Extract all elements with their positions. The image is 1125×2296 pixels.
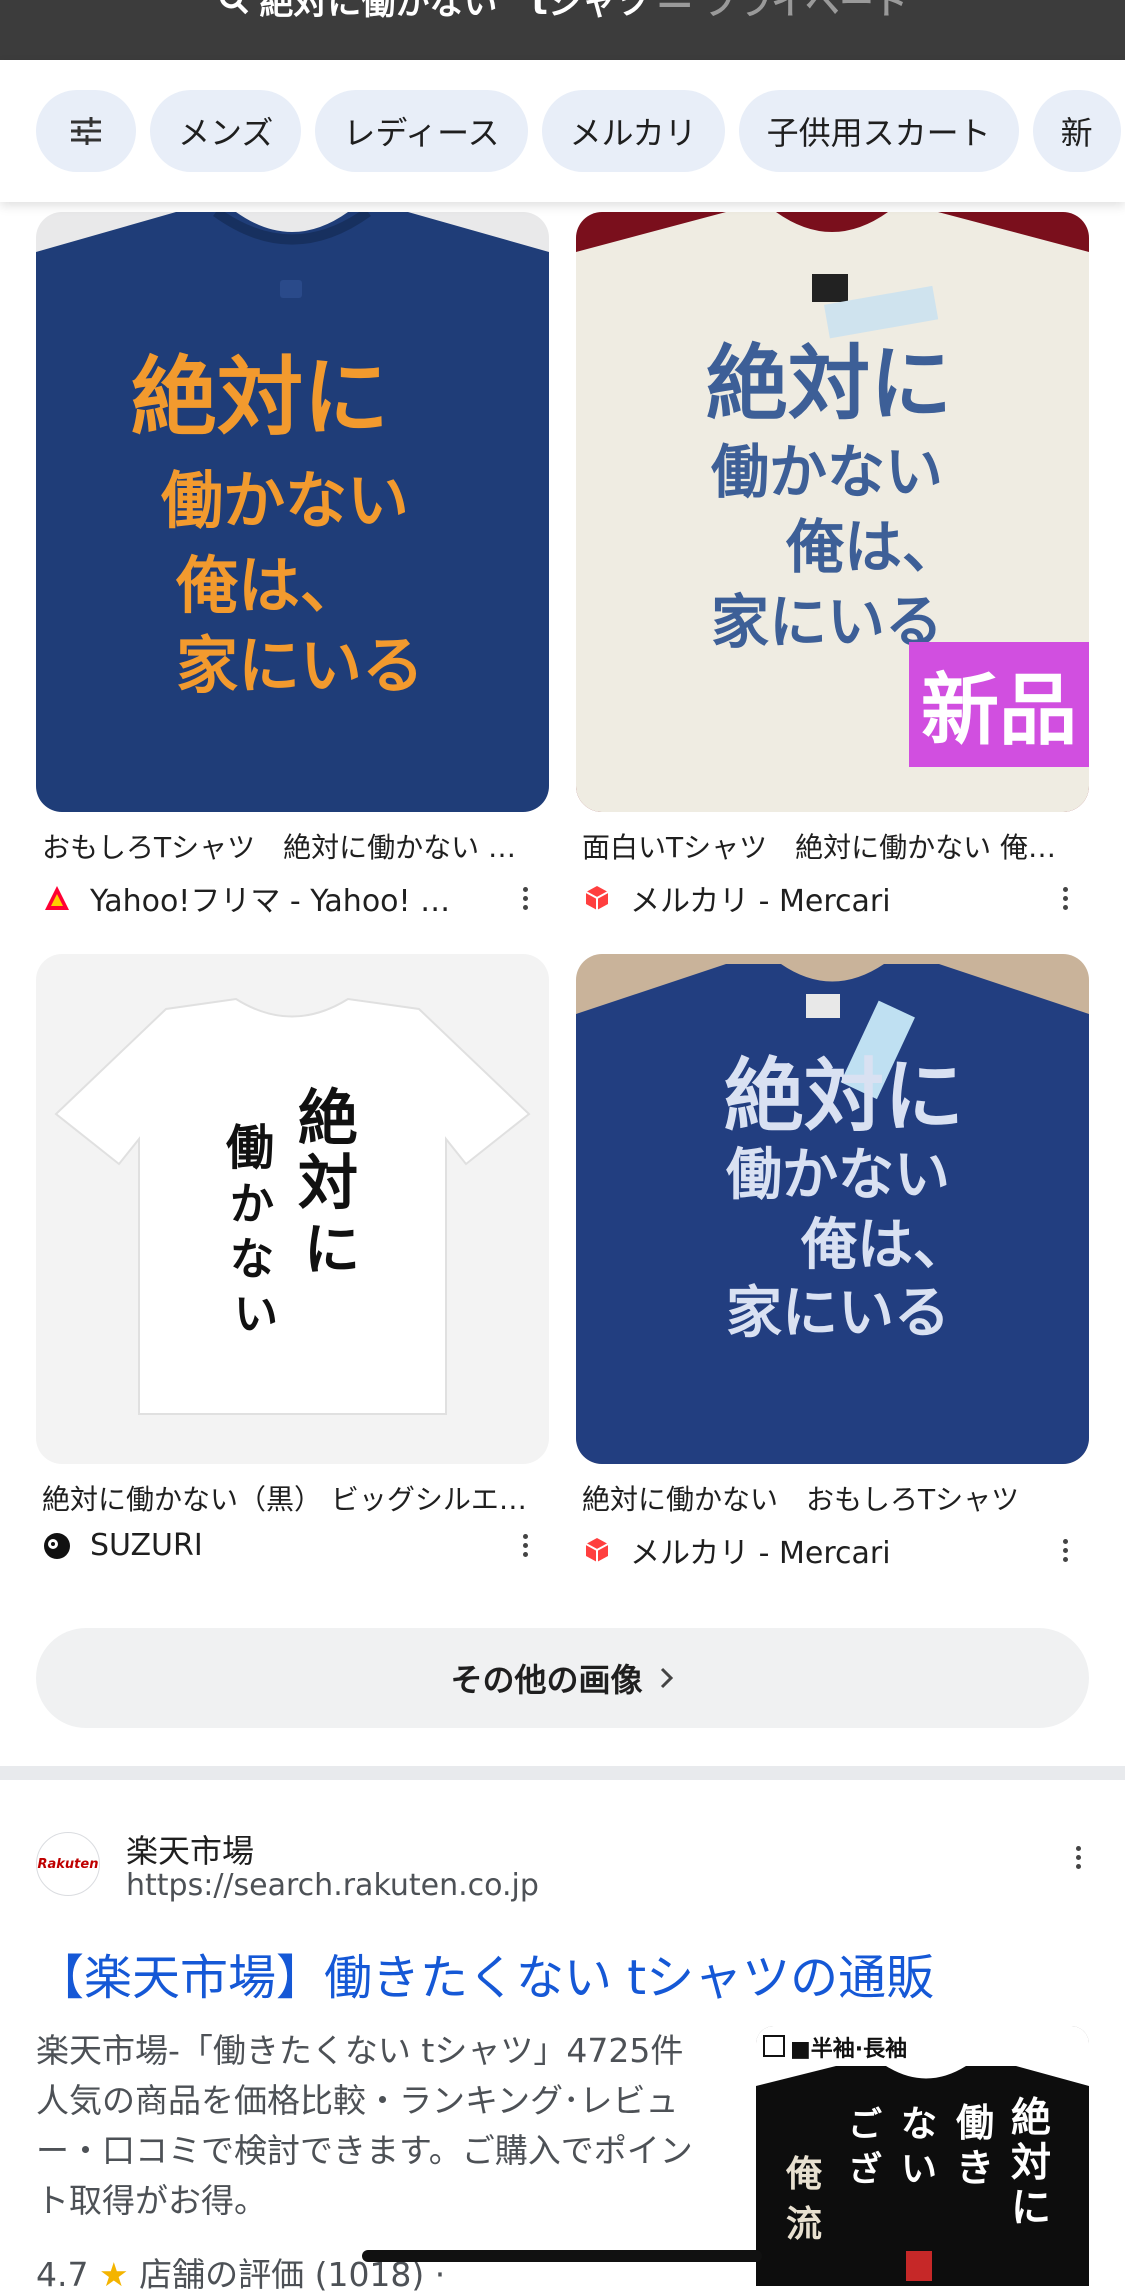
svg-text:な: な — [230, 1234, 274, 1285]
svg-text:い: い — [234, 1289, 278, 1340]
image-result-card[interactable]: 絶 対 に 働 か な い 絶対に働かない（黒） ビッグシルエット SUZURI — [36, 954, 549, 1563]
mercari-icon — [585, 886, 609, 910]
svg-text:働かない: 働かない — [711, 438, 943, 506]
star-icon: ★ — [98, 2255, 129, 2294]
svg-text:俺は、: 俺は、 — [785, 513, 960, 581]
svg-text:き: き — [956, 2146, 994, 2190]
chevron-right-icon — [660, 1667, 673, 1689]
more-options-icon[interactable] — [1055, 1538, 1075, 1562]
svg-text:い: い — [901, 2149, 937, 2190]
search-query: 絶対に働かない tシャツ — [259, 0, 650, 23]
svg-text:流: 流 — [786, 2204, 822, 2245]
svg-text:に: に — [1011, 2185, 1051, 2231]
svg-text:家にいる: 家にいる — [176, 629, 424, 702]
image-source[interactable]: メルカリ - Mercari — [576, 1528, 1089, 1572]
image-result-card[interactable]: 絶対に 働かない 俺は、 家にいる 絶対に働かない おもしろTシャツ メルカリ … — [576, 954, 1089, 1572]
svg-text:働かない: 働かない — [726, 1143, 950, 1208]
tshirt-image: 絶対に 働かない 俺は、 家にいる — [36, 212, 549, 812]
image-result-card[interactable]: 絶対に 働かない 俺は、 家にいる おもしろTシャツ 絶対に働かない 俺は、家に… — [36, 212, 549, 920]
svg-text:俺: 俺 — [785, 2154, 823, 2195]
filter-chip-bar: メンズ レディース メルカリ 子供用スカート 新 — [0, 60, 1125, 202]
tshirt-image: ■半袖·長袖 絶 対 に 働 き な い ご ざ 俺 流 — [756, 2026, 1089, 2286]
image-thumbnail[interactable]: 絶対に 働かない 俺は、 家にいる 新品 — [576, 212, 1089, 812]
chip-mercari[interactable]: メルカリ — [541, 90, 725, 172]
svg-text:絶: 絶 — [298, 1084, 358, 1154]
chip-ladies[interactable]: レディース — [315, 90, 528, 172]
chip-kids-skirt[interactable]: 子供用スカート — [738, 90, 1019, 172]
svg-text:絶対に: 絶対に — [724, 1050, 964, 1143]
svg-text:に: に — [304, 1218, 360, 1283]
site-name[interactable]: 楽天市場 — [126, 1826, 254, 1872]
home-indicator[interactable] — [362, 2250, 762, 2262]
more-options-icon[interactable] — [1055, 886, 1075, 910]
new-item-badge: 新品 — [921, 666, 1077, 756]
mercari-icon — [585, 1538, 609, 1562]
search-icon — [220, 0, 249, 14]
chip-new[interactable]: 新 — [1032, 90, 1121, 172]
result-thumbnail[interactable]: ■半袖·長袖 絶 対 に 働 き な い ご ざ 俺 流 — [756, 2026, 1089, 2286]
svg-text:働かない: 働かない — [161, 464, 409, 537]
result-title-link[interactable]: 【楽天市場】働きたくない tシャツの通販 — [36, 1938, 934, 2008]
svg-text:働: 働 — [226, 1120, 274, 1176]
svg-text:家にいる: 家にいる — [726, 1281, 950, 1346]
filter-settings-chip[interactable] — [36, 90, 136, 172]
tshirt-image: 絶対に 働かない 俺は、 家にいる 新品 — [576, 212, 1089, 812]
svg-text:俺は、: 俺は、 — [800, 1213, 969, 1278]
svg-text:働: 働 — [956, 2101, 994, 2145]
svg-text:■半袖·長袖: ■半袖·長袖 — [790, 2036, 907, 2062]
svg-text:絶対に: 絶対に — [131, 348, 389, 448]
image-source[interactable]: SUZURI — [36, 1528, 549, 1563]
more-options-icon[interactable] — [515, 886, 535, 910]
tshirt-image: 絶 対 に 働 か な い — [36, 954, 549, 1464]
site-url[interactable]: https://search.rakuten.co.jp — [126, 1868, 539, 1903]
more-options-icon[interactable] — [1068, 1846, 1088, 1869]
svg-text:絶: 絶 — [1011, 2095, 1051, 2141]
svg-text:絶対に: 絶対に — [706, 337, 952, 432]
more-options-icon[interactable] — [515, 1534, 535, 1557]
rakuten-logo[interactable]: Rakuten — [36, 1832, 100, 1896]
private-mode-label: — プライベート — [657, 0, 908, 23]
svg-text:家にいる: 家にいる — [711, 588, 943, 656]
tshirt-image: 絶対に 働かない 俺は、 家にいる — [576, 954, 1089, 1464]
image-source[interactable]: メルカリ - Mercari — [576, 876, 1089, 920]
suzuri-icon — [44, 1532, 70, 1559]
image-thumbnail[interactable]: 絶対に 働かない 俺は、 家にいる — [576, 954, 1089, 1464]
image-thumbnail[interactable]: 絶対に 働かない 俺は、 家にいる — [36, 212, 549, 812]
yahoo-flea-market-icon — [45, 886, 69, 910]
svg-text:か: か — [230, 1179, 274, 1230]
svg-text:俺は、: 俺は、 — [175, 549, 362, 622]
image-thumbnail[interactable]: 絶 対 に 働 か な い — [36, 954, 549, 1464]
result-snippet: 楽天市場-「働きたくない tシャツ」4725件 人気の商品を価格比較・ランキング… — [36, 2031, 693, 2220]
svg-text:対: 対 — [1011, 2140, 1051, 2186]
more-images-button[interactable]: その他の画像 — [36, 1628, 1089, 1728]
image-caption[interactable]: 面白いTシャツ 絶対に働かない 俺は家にいる — [576, 826, 1082, 866]
svg-text:ご: ご — [848, 2105, 882, 2145]
image-caption[interactable]: おもしろTシャツ 絶対に働かない 俺は、家にいる — [36, 826, 542, 866]
svg-text:ざ: ざ — [848, 2150, 882, 2190]
image-caption[interactable]: 絶対に働かない（黒） ビッグシルエット — [36, 1478, 542, 1518]
svg-text:対: 対 — [298, 1149, 358, 1219]
more-images-label: その他の画像 — [450, 1661, 643, 1699]
chip-mens[interactable]: メンズ — [150, 90, 302, 172]
section-divider — [0, 1766, 1125, 1780]
svg-text:な: な — [901, 2104, 937, 2145]
search-header[interactable]: 絶対に働かない tシャツ — プライベート — [0, 0, 1125, 60]
image-result-card[interactable]: 絶対に 働かない 俺は、 家にいる 新品 面白いTシャツ 絶対に働かない 俺は家… — [576, 212, 1089, 920]
tune-icon — [71, 117, 101, 145]
image-source[interactable]: Yahoo!フリマ - Yahoo! オークション — [36, 876, 549, 920]
image-caption[interactable]: 絶対に働かない おもしろTシャツ — [576, 1478, 1082, 1518]
